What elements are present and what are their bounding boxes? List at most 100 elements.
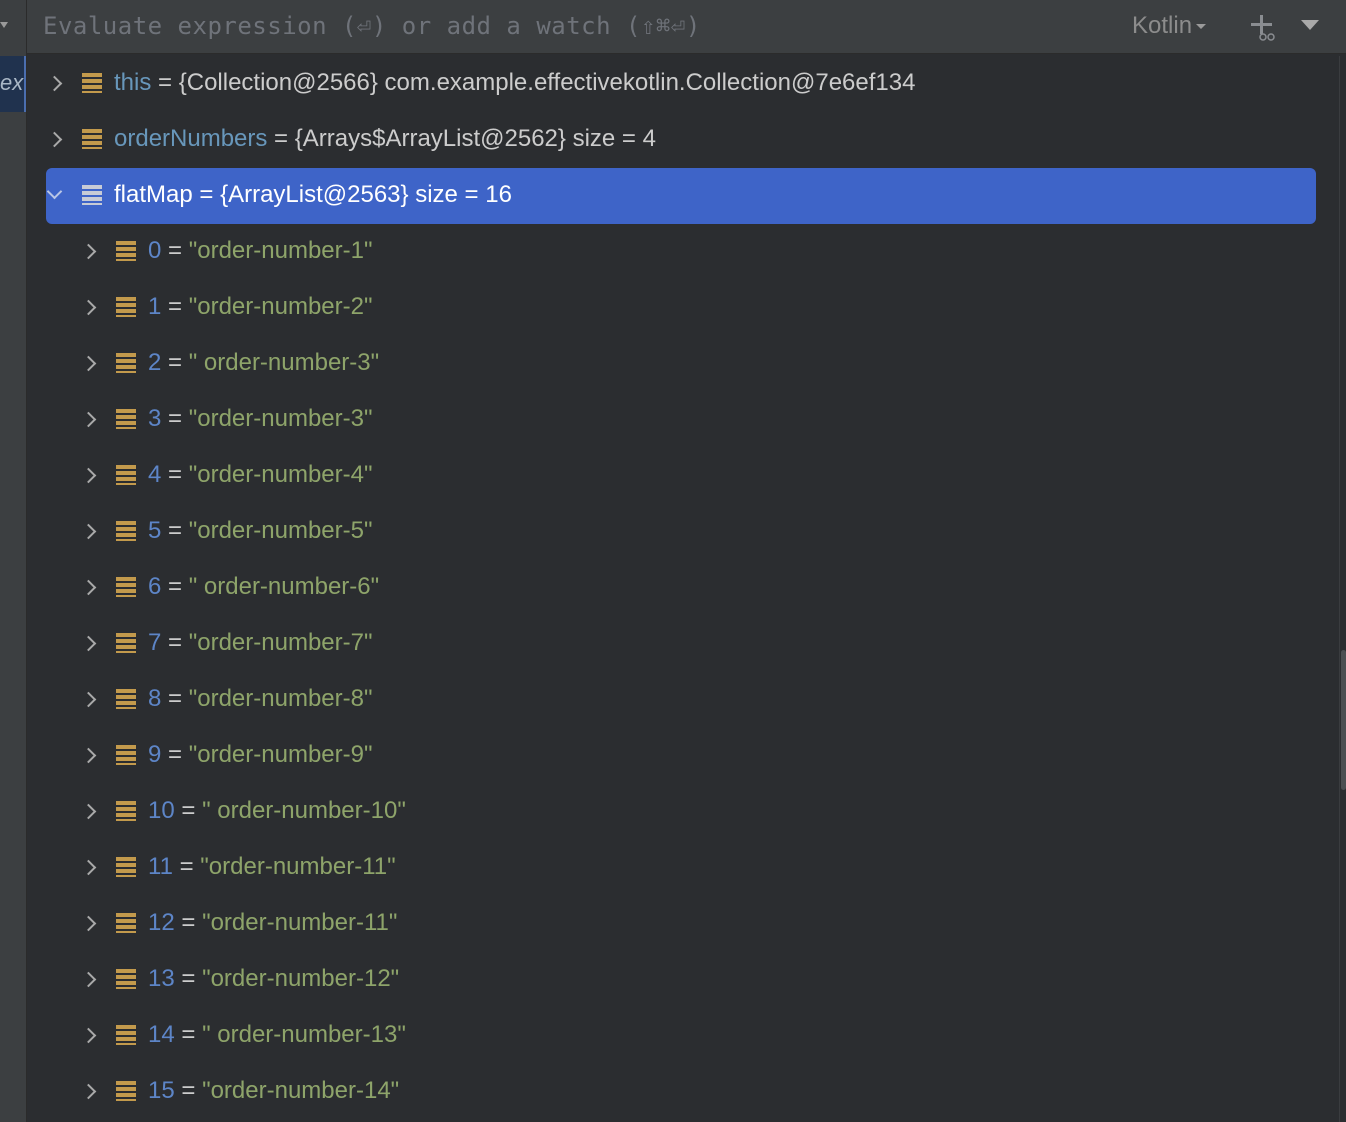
list-element-row[interactable]: 5 = "order-number-5": [27, 504, 1339, 560]
chevron-right-icon[interactable]: [46, 75, 63, 92]
list-element-row[interactable]: 7 = "order-number-7": [27, 616, 1339, 672]
variable-name: 2: [148, 349, 162, 376]
list-element-row[interactable]: 15 = "order-number-14": [27, 1064, 1339, 1120]
variable-name: flatMap: [114, 181, 193, 208]
evaluate-expression-input[interactable]: Evaluate expression (⏎) or add a watch (…: [43, 12, 701, 40]
list-element-row[interactable]: 13 = "order-number-12": [27, 952, 1339, 1008]
more-options-icon[interactable]: [1301, 20, 1319, 30]
language-selector[interactable]: Kotlin: [1132, 12, 1207, 40]
chevron-right-icon[interactable]: [80, 1083, 97, 1100]
chevron-right-icon[interactable]: [80, 243, 97, 260]
language-label: Kotlin: [1132, 12, 1193, 39]
variable-row-flatMap[interactable]: flatMap = {ArrayList@2563} size = 16: [27, 168, 1339, 224]
variable-name: 5: [148, 517, 162, 544]
variable-value: "order-number-2": [188, 293, 373, 320]
equals-sign: =: [174, 797, 203, 824]
chevron-right-icon[interactable]: [80, 803, 97, 820]
selected-frame[interactable]: ex: [0, 56, 26, 112]
variable-value: "order-number-7": [188, 629, 373, 656]
gutter-dropdown-icon[interactable]: [0, 22, 8, 28]
variable-row-orderNumbers[interactable]: orderNumbers = {Arrays$ArrayList@2562} s…: [27, 112, 1339, 168]
chevron-right-icon[interactable]: [80, 411, 97, 428]
equals-sign: =: [151, 69, 179, 96]
list-element-row[interactable]: 1 = "order-number-2": [27, 280, 1339, 336]
variable-value: "order-number-3": [188, 405, 373, 432]
field-icon: [116, 409, 136, 429]
equals-sign: =: [161, 237, 189, 264]
field-icon: [116, 241, 136, 261]
list-element-row[interactable]: 3 = "order-number-3": [27, 392, 1339, 448]
chevron-right-icon[interactable]: [80, 635, 97, 652]
chevron-right-icon[interactable]: [80, 355, 97, 372]
list-element-row[interactable]: 4 = "order-number-4": [27, 448, 1339, 504]
frames-gutter: ex: [0, 0, 27, 1122]
chevron-right-icon[interactable]: [46, 131, 63, 148]
variable-name: 0: [148, 237, 162, 264]
vertical-scrollbar[interactable]: [1339, 56, 1346, 1122]
variable-value: {Collection@2566} com.example.effectivek…: [178, 69, 916, 96]
field-icon: [116, 689, 136, 709]
field-icon: [116, 1081, 136, 1101]
field-icon: [82, 73, 102, 93]
variable-value: "order-number-1": [188, 237, 373, 264]
field-icon: [116, 633, 136, 653]
list-element-row[interactable]: 12 = "order-number-11": [27, 896, 1339, 952]
equals-sign: =: [161, 517, 189, 544]
variable-value: " order-number-13": [202, 1021, 406, 1048]
variable-name: 10: [148, 797, 175, 824]
variables-tree: this = {Collection@2566} com.example.eff…: [27, 56, 1339, 1122]
field-icon: [116, 353, 136, 373]
field-icon: [116, 857, 136, 877]
variable-name: orderNumbers: [114, 125, 268, 152]
field-icon: [116, 577, 136, 597]
variable-name: 11: [148, 853, 173, 880]
list-element-row[interactable]: 6 = " order-number-6": [27, 560, 1339, 616]
list-element-row[interactable]: 9 = "order-number-9": [27, 728, 1339, 784]
variable-name: 14: [148, 1021, 175, 1048]
variable-value: {ArrayList@2563} size = 16: [220, 181, 512, 208]
field-icon: [116, 913, 136, 933]
chevron-right-icon[interactable]: [80, 579, 97, 596]
field-icon: [82, 185, 102, 205]
variable-value: "order-number-11": [202, 909, 398, 936]
variable-row-this[interactable]: this = {Collection@2566} com.example.eff…: [27, 56, 1339, 112]
variable-name: 15: [148, 1077, 175, 1104]
chevron-right-icon[interactable]: [80, 747, 97, 764]
field-icon: [116, 1025, 136, 1045]
equals-sign: =: [161, 293, 189, 320]
chevron-right-icon[interactable]: [80, 467, 97, 484]
variable-name: 4: [148, 461, 162, 488]
chevron-right-icon[interactable]: [80, 915, 97, 932]
variable-name: 3: [148, 405, 162, 432]
equals-sign: =: [174, 965, 203, 992]
variable-value: "order-number-8": [188, 685, 373, 712]
chevron-right-icon[interactable]: [80, 691, 97, 708]
add-watch-icon[interactable]: [1247, 12, 1277, 42]
chevron-right-icon[interactable]: [80, 299, 97, 316]
list-element-row[interactable]: 0 = "order-number-1": [27, 224, 1339, 280]
equals-sign: =: [174, 1021, 203, 1048]
field-icon: [116, 969, 136, 989]
variable-value: "order-number-5": [188, 517, 373, 544]
frame-label: ex: [0, 70, 24, 95]
field-icon: [116, 801, 136, 821]
equals-sign: =: [192, 181, 221, 208]
variable-value: "order-number-12": [202, 965, 400, 992]
list-element-row[interactable]: 8 = "order-number-8": [27, 672, 1339, 728]
field-icon: [116, 465, 136, 485]
list-element-row[interactable]: 10 = " order-number-10": [27, 784, 1339, 840]
chevron-right-icon[interactable]: [80, 523, 97, 540]
equals-sign: =: [161, 349, 189, 376]
equals-sign: =: [174, 909, 203, 936]
variable-name: 9: [148, 741, 162, 768]
chevron-right-icon[interactable]: [80, 859, 97, 876]
chevron-right-icon[interactable]: [80, 971, 97, 988]
list-element-row[interactable]: 2 = " order-number-3": [27, 336, 1339, 392]
chevron-right-icon[interactable]: [80, 1027, 97, 1044]
scrollbar-thumb[interactable]: [1341, 650, 1346, 790]
variable-value: "order-number-11": [200, 853, 396, 880]
variable-name: 1: [148, 293, 162, 320]
list-element-row[interactable]: 11 = "order-number-11": [27, 840, 1339, 896]
equals-sign: =: [161, 573, 189, 600]
list-element-row[interactable]: 14 = " order-number-13": [27, 1008, 1339, 1064]
